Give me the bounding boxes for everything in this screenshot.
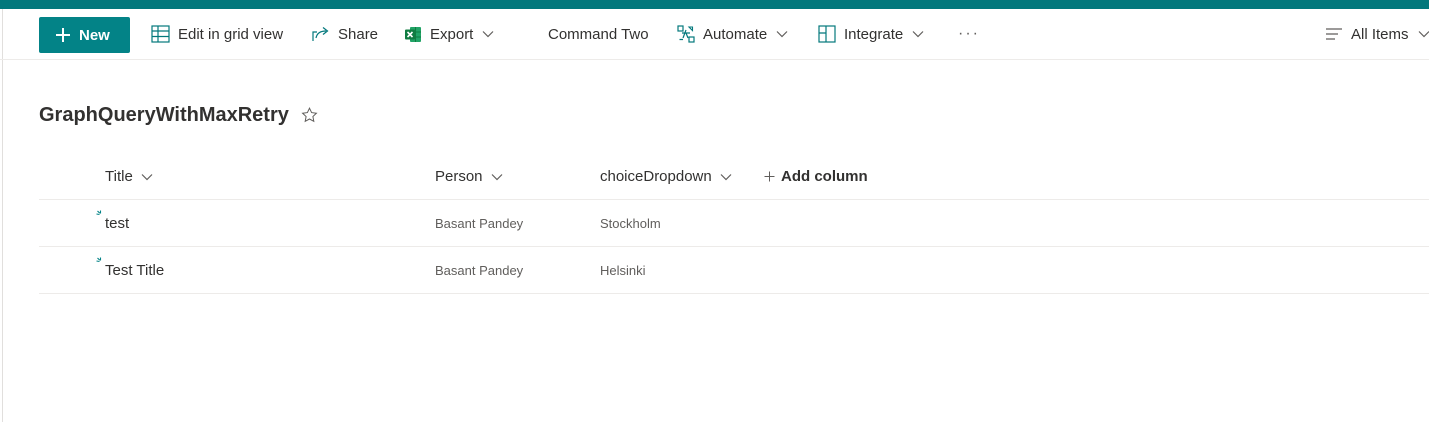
item-person[interactable]: Basant Pandey: [435, 200, 523, 246]
column-header-title[interactable]: Title: [105, 154, 153, 199]
edit-grid-view-label: Edit in grid view: [178, 25, 284, 43]
ellipsis-icon: ···: [958, 25, 980, 42]
star-icon[interactable]: [301, 107, 318, 123]
share-label: Share: [338, 25, 379, 43]
grid-icon: [151, 25, 170, 43]
export-button[interactable]: Export: [404, 9, 494, 59]
item-title-link[interactable]: test: [105, 200, 129, 246]
new-item-icon: [96, 257, 102, 263]
share-button[interactable]: Share: [312, 9, 378, 59]
integrate-icon: [818, 25, 836, 43]
column-header-label: choiceDropdown: [600, 168, 712, 185]
plus-icon: [56, 28, 70, 42]
new-button[interactable]: New: [39, 17, 130, 53]
new-button-label: New: [79, 26, 110, 44]
list-row[interactable]: test Basant Pandey Stockholm: [39, 200, 1429, 247]
chevron-down-icon: [482, 31, 494, 38]
share-icon: [312, 27, 329, 41]
plus-icon: [764, 171, 775, 182]
integrate-button[interactable]: Integrate: [818, 9, 924, 59]
chevron-down-icon: [141, 173, 153, 180]
automate-button[interactable]: Automate: [677, 9, 788, 59]
suite-bar-accent: [0, 0, 1429, 9]
export-label: Export: [430, 25, 474, 43]
chevron-down-icon: [491, 173, 502, 180]
new-item-icon: [96, 210, 102, 216]
excel-icon: [405, 26, 421, 42]
flow-icon: [677, 25, 695, 43]
list-row[interactable]: Test Title Basant Pandey Helsinki: [39, 247, 1429, 294]
item-choice: Helsinki: [600, 262, 646, 278]
command-bar: New Edit in grid view Share Export Comma…: [0, 9, 1429, 60]
page-header: GraphQueryWithMaxRetry: [39, 98, 318, 132]
chevron-down-icon: [776, 31, 788, 38]
command-two-button[interactable]: Command Two: [548, 9, 649, 59]
view-selector-label: All Items: [1351, 25, 1409, 43]
item-person[interactable]: Basant Pandey: [435, 247, 523, 293]
column-header-person[interactable]: Person: [435, 154, 503, 199]
chevron-down-icon: [912, 31, 924, 38]
list-header-row: Title Person choiceDropdown Add column: [39, 154, 1429, 200]
chevron-down-icon: [1418, 31, 1429, 38]
edit-grid-view-button[interactable]: Edit in grid view: [151, 9, 283, 59]
page-title: GraphQueryWithMaxRetry: [39, 103, 289, 126]
lines-icon: [1326, 28, 1342, 40]
column-header-label: Title: [105, 168, 133, 185]
add-column-label: Add column: [781, 168, 868, 185]
left-border: [2, 9, 3, 422]
item-title-link[interactable]: Test Title: [105, 247, 164, 293]
automate-label: Automate: [703, 25, 768, 43]
more-options-button[interactable]: ···: [958, 9, 980, 59]
column-header-label: Person: [435, 168, 483, 185]
view-selector[interactable]: All Items: [1325, 9, 1429, 59]
integrate-label: Integrate: [844, 25, 904, 43]
chevron-down-icon: [720, 173, 732, 180]
item-choice: Stockholm: [600, 215, 661, 231]
add-column-button[interactable]: Add column: [764, 154, 868, 199]
column-header-choicedropdown[interactable]: choiceDropdown: [600, 154, 732, 199]
command-two-label: Command Two: [548, 25, 649, 43]
